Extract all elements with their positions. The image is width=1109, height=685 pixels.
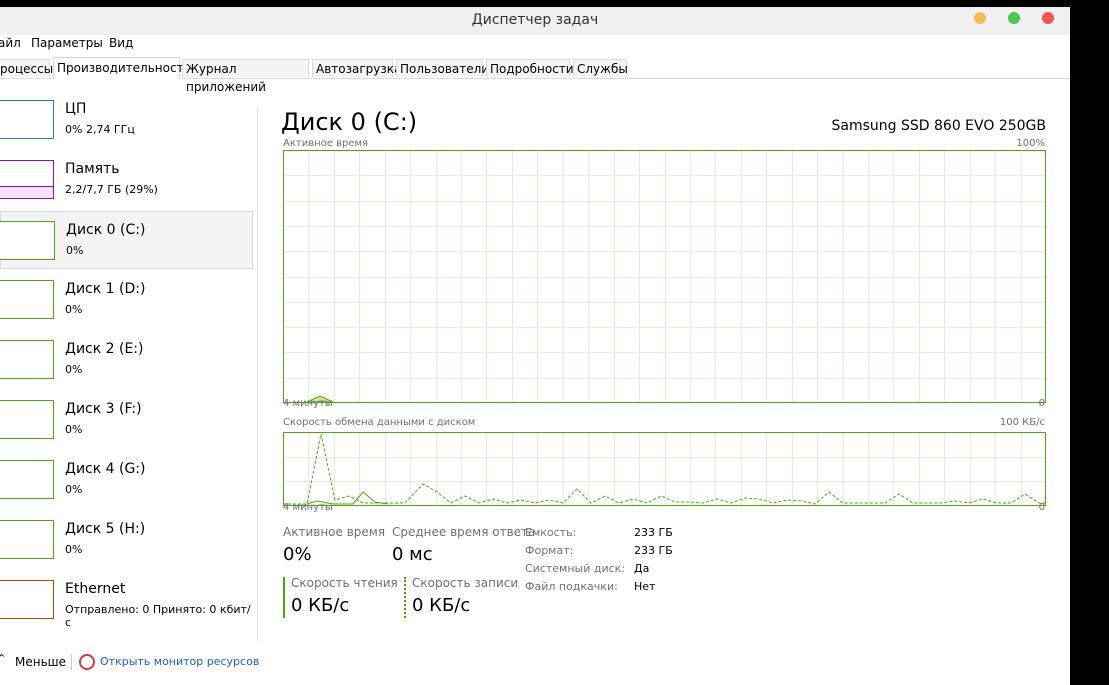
graph1-time-right: 0 (1038, 398, 1045, 409)
memory-thumbnail (0, 160, 54, 199)
format-value: 233 ГБ (634, 544, 673, 557)
tab-processes[interactable]: роцессы (0, 59, 53, 77)
graph1-max: 100% (1016, 138, 1045, 149)
read-speed-label: Скорость чтения (291, 576, 398, 590)
chevron-up-icon[interactable]: ⌃ (0, 652, 6, 665)
sidebar-item-sub: 0% (65, 543, 83, 556)
cpu-thumbnail (0, 100, 54, 139)
menu-bar: айл Параметры Вид (0, 35, 1070, 53)
tab-app-history[interactable]: Журнал приложений (182, 59, 309, 94)
disk-model: Samsung SSD 860 EVO 250GB (831, 118, 1046, 134)
disk5-thumbnail (0, 520, 54, 559)
sidebar-item-sub: 0% 2,74 ГГц (65, 123, 135, 136)
graph2-time-right: 0 (1038, 502, 1045, 513)
write-speed-marker (404, 577, 406, 618)
title-bar[interactable]: Диспетчер задач (0, 7, 1070, 35)
page-title: Диск 0 (C:) (281, 108, 418, 136)
sidebar-item-sub: 2,2/7,7 ГБ (29%) (65, 183, 158, 196)
close-button[interactable] (1042, 12, 1054, 24)
menu-view[interactable]: Вид (109, 36, 133, 50)
disk4-thumbnail (0, 460, 54, 499)
response-time-value: 0 мс (392, 544, 433, 565)
sidebar-item-label: ЦП (65, 101, 87, 117)
sidebar-item-disk0[interactable]: Диск 0 (C:) 0% (0, 211, 253, 269)
pagefile-value: Нет (634, 580, 656, 593)
graph1-time-left: 4 минуты (283, 398, 333, 409)
ethernet-thumbnail (0, 580, 54, 619)
resource-monitor-link[interactable]: Открыть монитор ресурсов (100, 655, 259, 668)
disk0-thumbnail (0, 221, 55, 260)
sidebar-item-disk1[interactable]: Диск 1 (D:) 0% (0, 271, 253, 329)
sidebar-item-sub: 0% (65, 423, 83, 436)
graph2-time-left: 4 минуты (283, 502, 333, 513)
sidebar-divider (257, 108, 258, 641)
capacity-value: 233 ГБ (634, 526, 673, 539)
resource-monitor-icon[interactable] (79, 654, 95, 670)
sidebar-item-sub: 0% (66, 244, 84, 257)
minimize-button[interactable] (974, 12, 986, 24)
tab-details[interactable]: Подробности (486, 59, 574, 77)
read-speed-marker (283, 577, 285, 618)
footer-divider (71, 654, 72, 670)
capacity-key: Емкость: (525, 526, 577, 539)
system-disk-value: Да (634, 562, 650, 575)
transfer-rate-graph (283, 432, 1046, 506)
sidebar-item-label: Память (65, 161, 120, 177)
sidebar-item-label: Диск 3 (F:) (65, 401, 142, 417)
response-time-label: Среднее время ответа (392, 525, 536, 539)
write-speed-label: Скорость записи (412, 576, 519, 590)
menu-options[interactable]: Параметры (31, 36, 103, 50)
graph1-label: Активное время (283, 138, 369, 149)
sidebar-item-disk2[interactable]: Диск 2 (E:) 0% (0, 331, 253, 389)
tab-startup[interactable]: Автозагрузка (312, 59, 401, 77)
sidebar-item-sub: 0% (65, 363, 83, 376)
maximize-button[interactable] (1008, 12, 1020, 24)
sidebar-item-sub: 0% (65, 303, 83, 316)
window-title: Диспетчер задач (471, 12, 599, 28)
sidebar-item-label: Диск 5 (H:) (65, 521, 146, 537)
disk2-thumbnail (0, 340, 54, 379)
sidebar-item-label: Ethernet (65, 581, 126, 597)
graph2-label: Скорость обмена данными с диском (283, 417, 476, 428)
tab-performance[interactable]: Производительность (53, 57, 191, 79)
write-speed-value: 0 КБ/с (412, 595, 471, 616)
sidebar-item-disk5[interactable]: Диск 5 (H:) 0% (0, 511, 253, 569)
sidebar-item-ethernet[interactable]: Ethernet Отправлено: 0 Принято: 0 кбит/с (0, 571, 253, 629)
pagefile-key: Файл подкачки: (525, 580, 618, 593)
disk1-thumbnail (0, 280, 54, 319)
sidebar-item-memory[interactable]: Память 2,2/7,7 ГБ (29%) (0, 151, 253, 209)
sidebar-item-disk4[interactable]: Диск 4 (G:) 0% (0, 451, 253, 509)
menu-file[interactable]: айл (0, 36, 21, 50)
active-time-value: 0% (283, 544, 312, 565)
tab-users[interactable]: Пользователи (396, 59, 489, 77)
sidebar-item-label: Диск 2 (E:) (65, 341, 144, 357)
tab-services[interactable]: Службы (573, 59, 628, 77)
fewer-details-link[interactable]: Меньше (15, 655, 66, 669)
sidebar-item-sub: 0% (65, 483, 83, 496)
sidebar-item-cpu[interactable]: ЦП 0% 2,74 ГГц (0, 91, 253, 149)
system-disk-key: Системный диск: (525, 562, 626, 575)
sidebar-item-label: Диск 1 (D:) (65, 281, 146, 297)
graph2-max: 100 КБ/с (999, 417, 1045, 428)
sidebar-item-label: Диск 0 (C:) (66, 222, 146, 238)
read-speed-value: 0 КБ/с (291, 595, 350, 616)
sidebar-item-sub: Отправлено: 0 Принято: 0 кбит/с (65, 603, 251, 629)
sidebar-item-label: Диск 4 (G:) (65, 461, 146, 477)
sidebar-item-disk3[interactable]: Диск 3 (F:) 0% (0, 391, 253, 449)
tab-strip: роцессы Производительность Журнал прилож… (0, 57, 1070, 94)
active-time-graph (283, 150, 1046, 403)
format-key: Формат: (525, 544, 574, 557)
active-time-label: Активное время (283, 525, 386, 539)
memory-usage-fill (0, 186, 53, 198)
task-manager-window: Диспетчер задач айл Параметры Вид роцесс… (0, 7, 1070, 685)
disk3-thumbnail (0, 400, 54, 439)
